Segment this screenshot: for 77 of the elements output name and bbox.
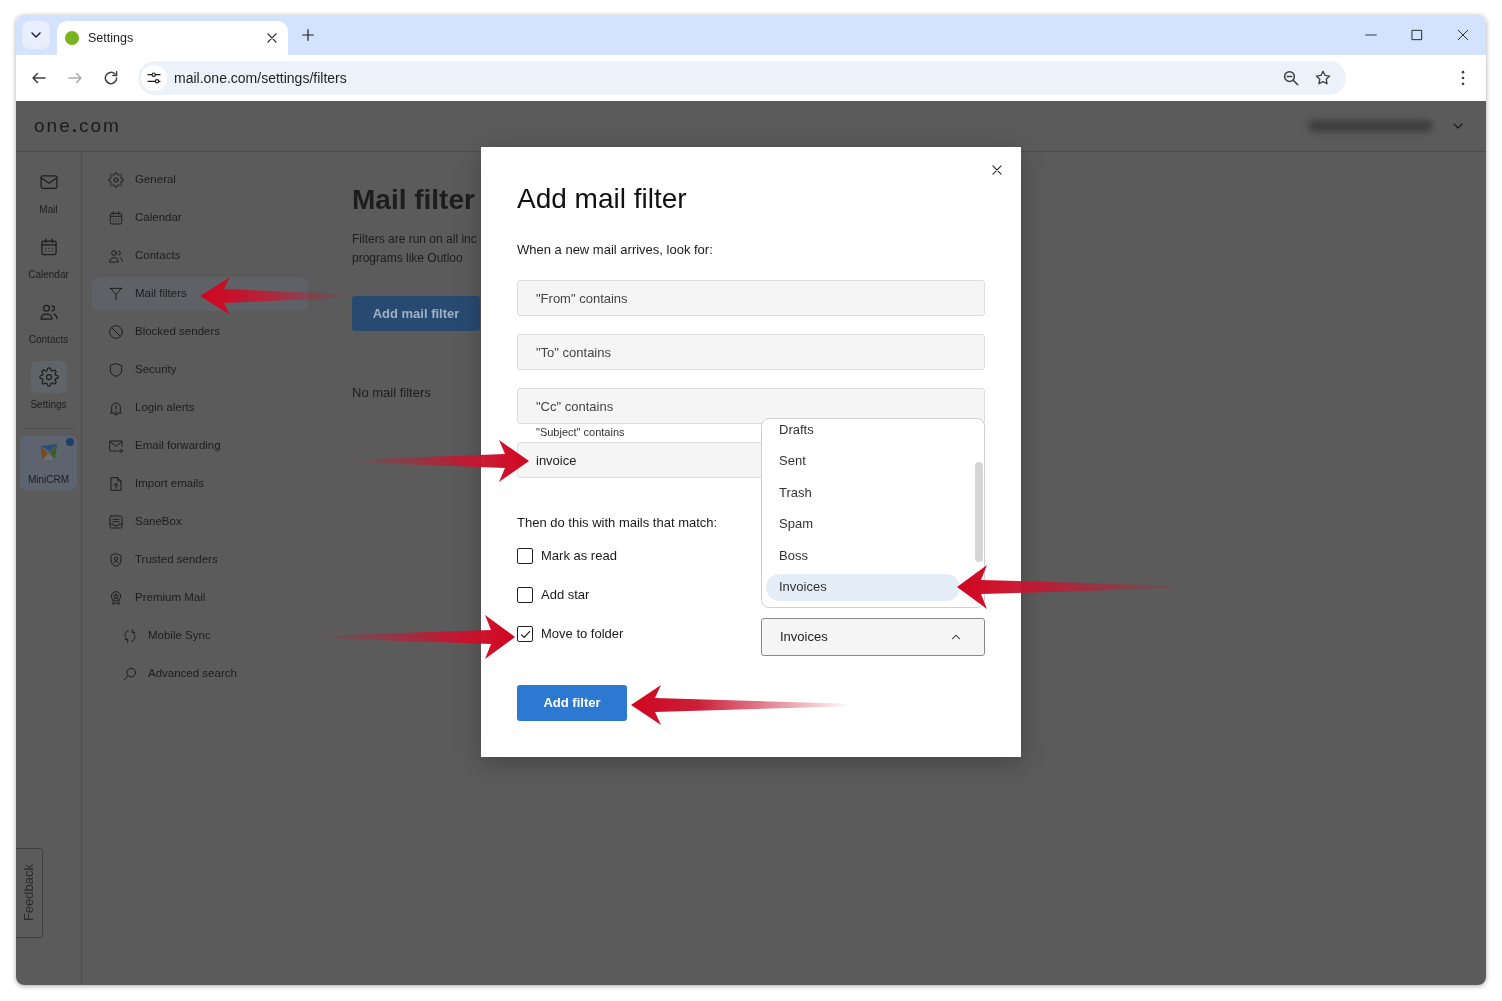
dropdown-option[interactable]: Trash <box>766 479 960 506</box>
prohibited-icon <box>108 324 124 340</box>
instruction-text: When a new mail arrives, look for: <box>517 241 713 259</box>
bell-icon <box>108 400 124 416</box>
add-mail-filter-button[interactable]: Add mail filter <box>352 296 480 331</box>
settings-menu-item[interactable]: Trusted senders <box>92 543 308 577</box>
text-field[interactable]: "To" contains <box>517 334 985 370</box>
checkbox-label: Add star <box>541 586 590 605</box>
tab-list-button[interactable] <box>22 21 50 49</box>
shield-person-icon <box>108 552 124 568</box>
dialog-title: Add mail filter <box>517 182 687 216</box>
calendar-icon <box>38 237 59 257</box>
envelope-icon <box>38 172 59 192</box>
add-filter-button[interactable]: Add filter <box>517 685 627 721</box>
field-label: "Subject" contains <box>536 426 625 439</box>
dropdown-option[interactable]: Invoices <box>766 573 960 601</box>
reload-icon[interactable] <box>102 69 120 87</box>
rail-item[interactable]: Calendar <box>16 227 81 292</box>
browser-tab[interactable]: Settings <box>57 21 288 55</box>
shield-icon <box>108 362 124 378</box>
rail-item[interactable]: Contacts <box>16 292 81 357</box>
settings-menu-item[interactable]: Email forwarding <box>92 429 308 463</box>
pinwheel-logo-icon <box>38 442 59 462</box>
dropdown-option[interactable]: Boss <box>766 542 960 569</box>
settings-menu-item[interactable]: Contacts <box>92 239 308 273</box>
envelope-arrow-icon <box>108 438 124 454</box>
calendar-icon <box>108 210 124 226</box>
sliders-icon <box>146 70 162 86</box>
plus-icon[interactable] <box>300 27 316 43</box>
funnel-icon <box>108 286 124 302</box>
settings-menu-item[interactable]: SaneBox <box>92 505 308 539</box>
people-icon <box>108 248 124 264</box>
checkbox[interactable] <box>517 548 533 564</box>
sync-icon <box>122 628 138 644</box>
settings-menu-item[interactable]: Security <box>92 353 308 387</box>
settings-menu-item[interactable]: Mobile Sync <box>92 619 308 653</box>
site-info-button[interactable] <box>141 65 167 91</box>
favicon-icon <box>65 31 79 45</box>
checkbox-label: Mark as read <box>541 547 617 566</box>
settings-menu-item[interactable]: Blocked senders <box>92 315 308 349</box>
star-icon[interactable] <box>1314 69 1332 87</box>
dropdown-option[interactable]: Spam <box>766 510 960 538</box>
empty-state-text: No mail filters <box>352 384 431 402</box>
text-field[interactable]: "Cc" contains <box>517 388 985 424</box>
zoom-out-icon[interactable] <box>1282 69 1300 87</box>
settings-menu-item[interactable]: Import emails <box>92 467 308 501</box>
settings-menu-item[interactable]: Advanced search <box>92 657 308 691</box>
checkbox-label: Move to folder <box>541 625 624 644</box>
app-tile[interactable]: MiniCRM <box>20 436 77 490</box>
text-field[interactable]: "From" contains <box>517 280 985 316</box>
page-title: Mail filter <box>352 183 475 217</box>
document-upload-icon <box>108 476 124 492</box>
close-icon[interactable] <box>1455 27 1471 43</box>
logo[interactable]: one.com <box>34 111 121 141</box>
settings-menu-item[interactable]: Calendar <box>92 201 308 235</box>
scrollbar-thumb[interactable] <box>975 462 983 562</box>
maximize-icon[interactable] <box>1410 28 1424 42</box>
settings-menu-item[interactable]: Login alerts <box>92 391 308 425</box>
folder-select[interactable]: Invoices <box>761 618 985 656</box>
rail-item[interactable]: Settings <box>16 357 81 422</box>
checkbox[interactable] <box>517 626 533 642</box>
instruction-text: Then do this with mails that match: <box>517 514 718 532</box>
search-icon <box>122 666 138 682</box>
tray-icon <box>108 514 124 530</box>
checkbox[interactable] <box>517 587 533 603</box>
settings-menu-item[interactable]: Premium Mail <box>92 581 308 615</box>
gear-icon <box>108 172 124 188</box>
address-bar[interactable]: mail.one.com/settings/filters <box>138 61 1346 95</box>
description-text: Filters are run on all inc programs like Outloo <box>352 231 477 267</box>
dropdown-option[interactable]: Sent <box>766 447 960 475</box>
award-icon <box>108 590 124 606</box>
gear-icon <box>30 361 67 393</box>
people-icon <box>38 302 59 322</box>
rail-item[interactable]: Mail <box>16 162 81 227</box>
close-icon[interactable] <box>990 163 1004 177</box>
close-icon[interactable] <box>265 31 279 45</box>
settings-menu-item[interactable]: General <box>92 163 308 197</box>
